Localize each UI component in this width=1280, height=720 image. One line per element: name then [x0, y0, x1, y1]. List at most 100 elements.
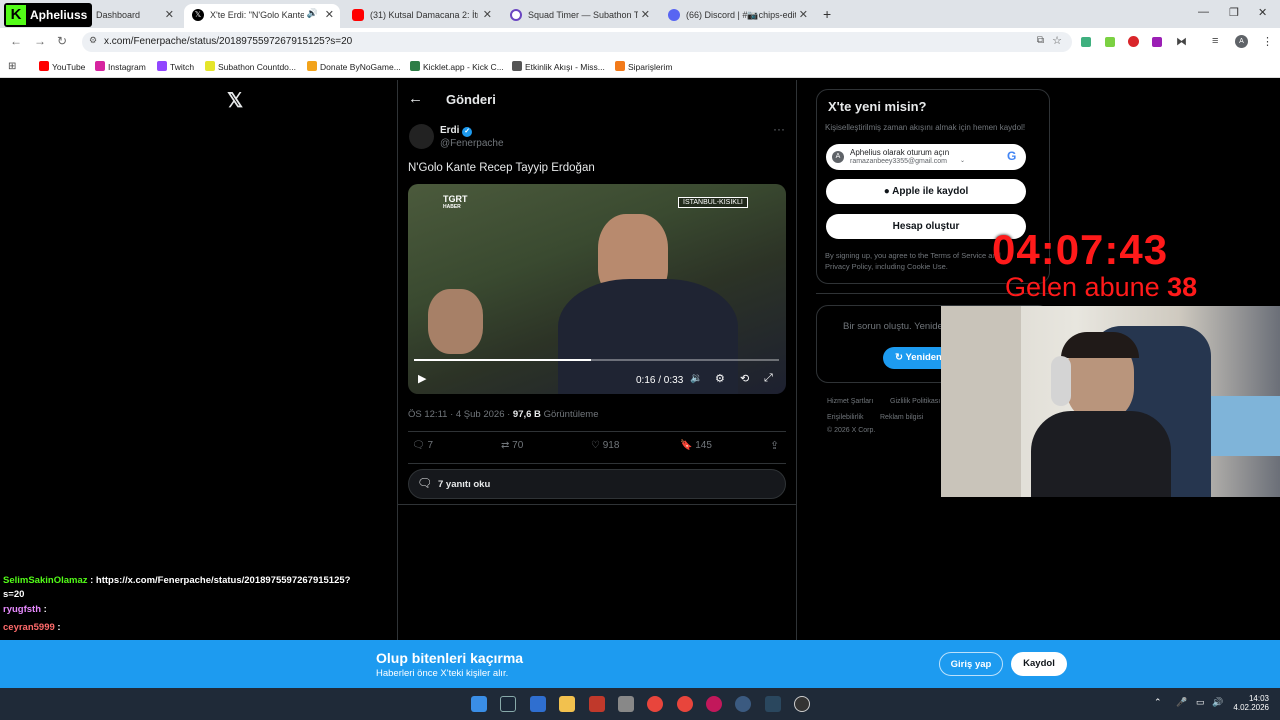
back-arrow-icon[interactable]: ←: [408, 90, 423, 107]
bookmark-youtube[interactable]: YouTube: [39, 61, 85, 72]
x-logo-icon[interactable]: 𝕏: [227, 88, 243, 113]
footer-link-accessibility[interactable]: Erişilebilirlik: [827, 414, 864, 421]
app-globe-icon[interactable]: [735, 696, 751, 712]
site-info-icon[interactable]: ⚙: [89, 35, 97, 46]
video-progress-track[interactable]: [414, 359, 779, 361]
reload-icon[interactable]: ↻: [57, 34, 67, 48]
reading-list-icon[interactable]: ≡: [1212, 35, 1218, 47]
forward-icon[interactable]: →: [34, 34, 46, 48]
apps-grid-icon[interactable]: ⊞: [8, 61, 16, 72]
repost-button[interactable]: ⇄ 70: [501, 440, 523, 451]
footer-link-privacy[interactable]: Gizlilik Politikası: [890, 398, 940, 405]
install-icon[interactable]: ⧉: [1037, 35, 1044, 46]
post-text: N'Golo Kante Recep Tayyip Erdoğan: [408, 162, 595, 174]
taskbar: [0, 688, 1280, 720]
video-player[interactable]: TGRT HABER İSTANBUL-KISIKLI ▶ 0:16 / 0:3…: [408, 184, 786, 394]
signup-button[interactable]: Kaydol: [1011, 652, 1067, 676]
webcam-hair: [1061, 332, 1139, 358]
footer-link-terms[interactable]: Hizmet Şartları: [827, 398, 873, 405]
avatar[interactable]: [409, 124, 434, 149]
author-name[interactable]: Erdi ✓: [440, 125, 473, 137]
reply-button[interactable]: 🗨 7: [412, 440, 433, 451]
restore-icon[interactable]: ❐: [1229, 6, 1239, 19]
close-icon[interactable]: ✕: [799, 8, 808, 21]
share-icon[interactable]: ⇪: [770, 439, 779, 452]
subathon-timer: 04:07:43: [992, 226, 1169, 273]
repost-icon: ⇄: [501, 440, 510, 451]
close-icon[interactable]: ✕: [483, 8, 492, 21]
minimize-icon[interactable]: —: [1198, 6, 1209, 18]
bookmark-donate[interactable]: Donate ByNoGame...: [307, 61, 401, 72]
tab-discord[interactable]: (66) Discord | #📷chips-edit-fo ✕: [660, 4, 814, 28]
login-button[interactable]: Giriş yap: [939, 652, 1003, 676]
fullscreen-icon[interactable]: ⤢: [764, 372, 773, 385]
windows-start-icon[interactable]: [471, 696, 487, 712]
obs-icon[interactable]: [794, 696, 810, 712]
tab-squad-timer[interactable]: Squad Timer — Subathon Timer ✕: [502, 4, 656, 28]
chat-text: : https://x.com/Fenerpache/status/201897…: [87, 575, 351, 586]
app-pin-icon[interactable]: [706, 696, 722, 712]
like-button[interactable]: ♡ 918: [591, 440, 619, 451]
display-icon[interactable]: ▭: [1196, 697, 1205, 708]
instagram-icon: [95, 61, 105, 71]
google-signin-button[interactable]: A Aphelius olarak oturum açın ramazanbee…: [826, 144, 1026, 170]
bookmark-instagram[interactable]: Instagram: [95, 61, 146, 72]
settings-gear-icon[interactable]: ⚙: [715, 372, 725, 385]
chrome-icon[interactable]: [647, 696, 663, 712]
speaker-icon[interactable]: 🔊: [307, 8, 318, 19]
app-blue-icon[interactable]: [530, 696, 546, 712]
apple-signup-button[interactable]: ● Apple ile kaydol: [826, 179, 1026, 204]
tray-chevron-icon[interactable]: ⌃: [1154, 697, 1162, 708]
back-icon[interactable]: ←: [10, 34, 22, 48]
extension-purple-icon[interactable]: [1152, 37, 1162, 47]
profile-avatar[interactable]: A: [1235, 35, 1248, 48]
app-gray-icon[interactable]: [618, 696, 634, 712]
close-icon[interactable]: ✕: [165, 8, 174, 21]
steam-alt-icon[interactable]: [765, 696, 781, 712]
speaker-icon[interactable]: 🔊: [1212, 697, 1223, 708]
footer-link-ads[interactable]: Reklam bilgisi: [880, 414, 923, 421]
tab-x-post[interactable]: 𝕏 X'te Erdi: "N'Golo Kante Rec 🔊 ✕: [184, 4, 340, 28]
extension-shield-icon[interactable]: [1081, 37, 1091, 47]
close-icon[interactable]: ✕: [641, 8, 650, 21]
read-replies-button[interactable]: 🗨 7 yanıtı oku: [408, 469, 786, 499]
url-input[interactable]: ⚙ x.com/Fenerpache/status/20189755972679…: [82, 32, 1072, 52]
chat-username: SelimSakinOlamaz: [3, 575, 88, 586]
more-options-icon[interactable]: ···: [773, 122, 785, 136]
extensions-puzzle-icon[interactable]: ⧓: [1176, 35, 1187, 48]
bookmark-siparislerim[interactable]: Siparişlerim: [615, 61, 672, 72]
chat-message: SelimSakinOlamaz : https://x.com/Fenerpa…: [3, 575, 350, 586]
bookmarks-bar: ⊞ YouTube Instagram Twitch Subathon Coun…: [0, 56, 1280, 78]
verified-badge-icon: ✓: [462, 127, 473, 137]
chat-text: s=20: [3, 589, 25, 600]
new-tab-button[interactable]: +: [823, 6, 831, 22]
x-logo-icon: 𝕏: [192, 9, 204, 21]
extension-green-icon[interactable]: [1105, 37, 1115, 47]
donate-icon: [307, 61, 317, 71]
bookmark-button[interactable]: 🔖 145: [680, 440, 712, 451]
timer-icon: [205, 61, 215, 71]
tab-youtube[interactable]: (31) Kutsal Damacana 2: İtmen ✕: [344, 4, 498, 28]
extension-red-icon[interactable]: [1128, 36, 1139, 47]
play-icon[interactable]: ▶: [418, 372, 426, 385]
menu-kebab-icon[interactable]: ⋮: [1262, 35, 1273, 48]
author-handle[interactable]: @Fenerpache: [440, 138, 504, 149]
system-clock[interactable]: 14:03 4.02.2026: [1229, 694, 1269, 712]
file-explorer-icon[interactable]: [559, 696, 575, 712]
close-icon[interactable]: ✕: [325, 8, 334, 21]
divider: [408, 463, 786, 464]
chat-message: s=20: [3, 589, 24, 600]
bookmark-star-icon[interactable]: ☆: [1052, 34, 1062, 47]
microphone-icon[interactable]: 🎤: [1176, 697, 1187, 708]
chrome-active-icon[interactable]: [677, 696, 693, 712]
bookmark-etkinlik[interactable]: Etkinlik Akışı - Miss...: [512, 61, 605, 72]
close-window-icon[interactable]: ✕: [1258, 6, 1267, 19]
bookmark-twitch[interactable]: Twitch: [157, 61, 194, 72]
steam-icon[interactable]: [500, 696, 516, 712]
rotate-icon[interactable]: ⟲: [740, 372, 749, 385]
app-red-icon[interactable]: [589, 696, 605, 712]
globe-icon: [512, 61, 522, 71]
bookmark-kicklet[interactable]: Kicklet.app - Kick C...: [410, 61, 504, 72]
bookmark-subathon[interactable]: Subathon Countdo...: [205, 61, 296, 72]
volume-icon[interactable]: 🔉: [690, 373, 702, 384]
